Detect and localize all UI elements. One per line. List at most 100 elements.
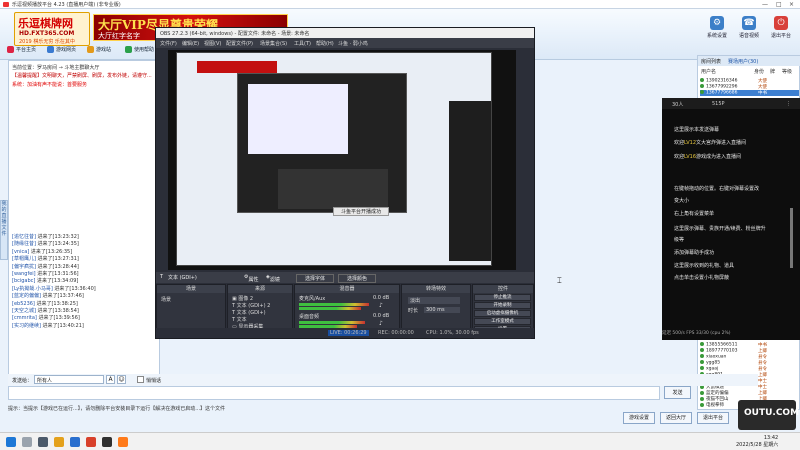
phone-icon: ☎ [742,16,756,30]
overlay-tab-fans[interactable]: 515P [712,101,725,107]
filters-button[interactable]: ◈ 滤镜 [266,274,280,283]
chat-line: [cmmrita] 进来了[13:39:56] [12,315,80,322]
scene-item[interactable]: 场景 [161,296,171,303]
window-title: 乐逗视频播放平台 4.23 (直播用户端) (非专业版) [12,2,121,8]
menu-view[interactable]: 视图(V) [204,40,221,47]
chat-line: [随缘往昔] 进来了[13:24:35] [12,241,79,248]
source-item[interactable]: T 文本 (GDI+) 2 [232,302,270,309]
chat-line: [Ly执拗哉.小马哥] 进来了[13:36:40] [12,285,96,292]
desktop-level-meter [299,321,365,324]
system-settings-button[interactable]: ⚙ 系统设置 [704,16,730,46]
window-titlebar: 乐逗视频播放平台 4.23 (直播用户端) (非专业版) — □ × [0,0,800,9]
side-tab[interactable]: 我的 直播 文件 [0,200,8,260]
overlay-menu-icon[interactable]: ⋮ [786,101,791,107]
start-icon[interactable] [6,437,16,447]
current-source-label: 文本 (GDI+) [168,275,197,281]
select-color-button[interactable]: 选择颜色 [338,274,377,283]
duration-label: 时长 [408,308,419,314]
overlay-scrollbar[interactable] [790,208,793,268]
message-input[interactable] [8,386,660,400]
virtual-camera-button[interactable]: 启动虚拟摄像机 [474,310,531,317]
app-icon [3,2,9,7]
close-icon[interactable]: × [789,1,794,8]
overlay-line: 变大小 [674,198,690,204]
tab-room-users[interactable]: 赛场用户(30) [728,58,758,65]
system-clock[interactable]: 13:42 2022/5/28 星期六 [736,435,778,449]
send-row: 发送给： 所有人 A ☺ 悄悄话 [8,374,758,386]
home-icon [7,46,14,53]
source-item[interactable]: T 文本 (GDI+) [232,309,266,316]
cpu-fps: CPU: 1.0%, 30.00 fps [426,330,479,336]
tab-room-list[interactable]: 房间列表 [701,58,721,65]
obs-icon[interactable] [102,437,112,447]
warning-text: 系统：加油有声不能说：首要服务 [12,82,88,88]
chat-line: [蓝定的偏偏] 进来了[13:37:46] [12,293,84,300]
exit-platform-bottom-button[interactable]: 退出平台 [697,412,729,424]
overlay-tab-viewers[interactable]: 30人 [672,101,683,108]
chat-line: [实习的继续] 进来了[13:40:21] [12,322,84,329]
mouse-cursor: ⌶ [557,276,562,285]
send-target-select[interactable]: 所有人 [34,375,104,384]
menu-tools[interactable]: 工具(T) [294,40,311,47]
menu-douyu-plugin[interactable]: 斗鱼 · 弱小鸡 [338,40,368,47]
menu-file[interactable]: 文件(F) [160,40,177,47]
chat-line: [eb5236] 进来了[13:38:25] [12,300,78,307]
task-view-icon[interactable] [38,437,48,447]
announcement: 【温馨提醒】文明聊天，严禁刷屏、刷屏，发布外链，请遵守... [12,73,152,79]
send-button[interactable]: 发送 [664,386,691,399]
font-style-button[interactable]: A [106,375,115,384]
emoji-button[interactable]: ☺ [117,375,126,384]
file-explorer-icon[interactable] [54,437,64,447]
user-table-header: 用户名 身份 牌 等级 [701,69,793,75]
help-link[interactable]: 使用帮助 [124,44,156,55]
user-row-selected[interactable]: 13677796686 中书 [700,90,799,96]
speaker-icon[interactable]: ♪ [379,302,383,309]
transition-select[interactable]: 淡出 [408,297,460,304]
overlay-line: 级等 [674,237,685,243]
game-site-link[interactable]: 游戏站 [86,44,113,55]
voice-video-button[interactable]: ☎ 语音视频 [736,16,762,46]
exit-platform-button[interactable]: ⏻ 退出平台 [768,16,794,46]
toolbar: 平台主页 游戏网页 游戏站 使用帮助 [0,44,160,56]
chat-line: [草帽鹰儿] 进来了[13:27:31] [12,256,79,263]
duration-input[interactable]: 300 ms [424,307,460,313]
chat-line: [bcigabc] 进来了[13:34:09] [12,278,79,285]
chat-line: [偏宇疯扰] 进来了[13:28:44] [12,263,79,270]
browser-icon[interactable] [70,437,80,447]
maximize-icon[interactable]: □ [776,1,782,8]
game-app-icon[interactable] [86,437,96,447]
chat-list: [追忆往昔] 进来了[13:23:32] [随缘往昔] 进来了[13:24:35… [12,233,158,329]
site-icon [87,46,94,53]
chat-line: [vnica] 进来了[13:26:35] [12,248,73,255]
douyu-icon[interactable] [118,437,128,447]
mic-channel-label: 麦克风/Aux [299,296,326,302]
back-to-lobby-button[interactable]: 返回大厅 [660,412,692,424]
speaker-icon[interactable]: ♪ [379,320,383,327]
studio-mode-button[interactable]: 工作室模式 [474,318,531,325]
obs-statusbar: LIVE: 00:26:29 REC: 00:00:00 CPU: 1.0%, … [156,328,534,338]
start-recording-button[interactable]: 开始录制 [474,302,531,309]
menu-scene-collection[interactable]: 场景集合(S) [260,40,287,47]
send-to-label: 发送给： [12,378,33,384]
home-link[interactable]: 平台主页 [6,44,38,55]
menu-help[interactable]: 帮助(H) [316,40,334,47]
menu-edit[interactable]: 编辑(E) [182,40,199,47]
properties-button[interactable]: ⚙ 属性 [244,274,259,283]
obs-source-toolbar: T 文本 (GDI+) ⚙ 属性 ◈ 滤镜 选择字体 选择颜色 [156,272,534,283]
game-web-link[interactable]: 游戏网页 [46,44,78,55]
select-font-button[interactable]: 选择字体 [296,274,335,283]
stop-stream-button[interactable]: 停止推流 [474,294,531,301]
minimize-icon[interactable]: — [762,1,768,8]
overlay-line: 点击单击设置小礼物屏蔽 [674,275,730,281]
private-checkbox[interactable] [137,376,144,383]
overlay-line: 这里展示收到的礼物、道具 [674,263,735,269]
source-item[interactable]: T 文本 [232,316,247,323]
menu-profile[interactable]: 配置文件(P) [226,40,253,47]
game-settings-button[interactable]: 游戏设置 [623,412,655,424]
power-icon: ⏻ [774,16,788,30]
search-icon[interactable] [22,437,32,447]
overlay-line: 欢迎LV16游戏成为进入直播间 [674,154,742,160]
source-item[interactable]: ▣ 图像 2 [232,295,253,302]
desktop-db-value: 0.0 dB [373,313,390,319]
obs-preview[interactable]: 斗鱼平台开播成功 [168,50,516,270]
